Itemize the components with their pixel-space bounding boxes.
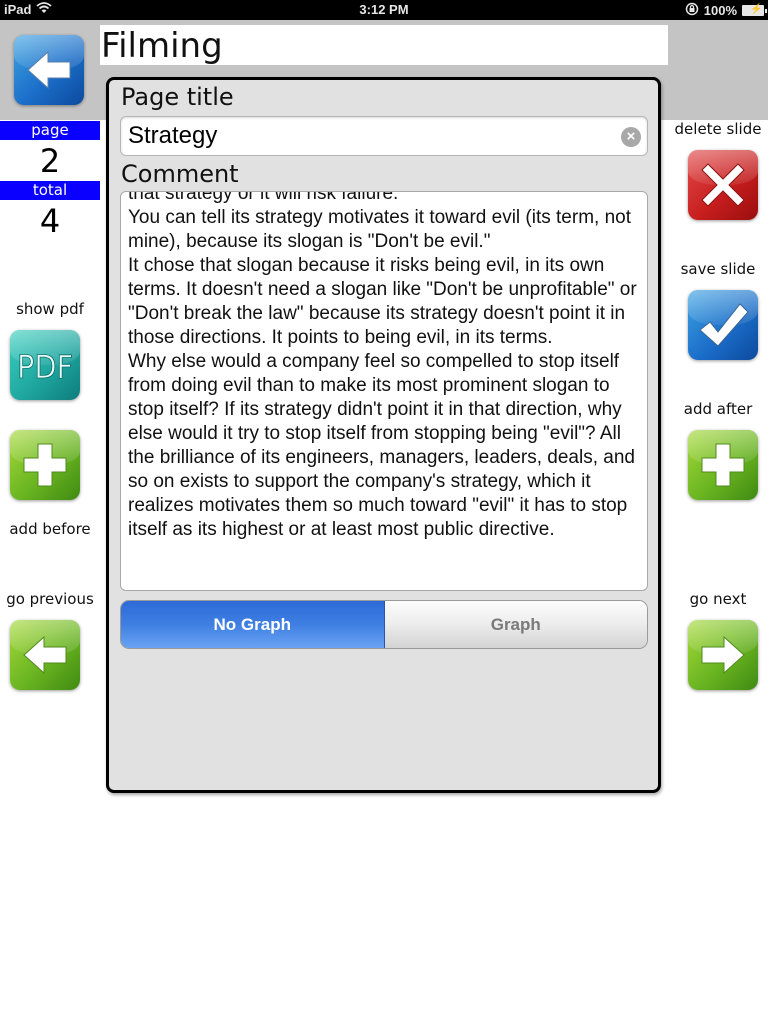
total-number: 4: [39, 202, 61, 240]
page-title-value: Strategy: [128, 122, 218, 149]
go-next-button[interactable]: [688, 620, 758, 690]
back-button[interactable]: [14, 35, 84, 105]
page-title-label: Page title: [121, 83, 234, 111]
x-icon: [701, 163, 745, 207]
clock: 3:12 PM: [359, 2, 409, 17]
comment-label: Comment: [121, 160, 239, 188]
slide-editor-panel: Page title Strategy × Comment that strat…: [106, 77, 661, 793]
battery-icon: ⚡: [742, 4, 767, 16]
add-before-button[interactable]: [10, 430, 80, 500]
svg-text:PDF: PDF: [17, 348, 73, 386]
show-pdf-button[interactable]: PDF: [10, 330, 80, 400]
save-slide-label: save slide: [680, 260, 756, 278]
plus-icon: [23, 443, 67, 487]
checkmark-icon: [699, 303, 749, 347]
delete-slide-label: delete slide: [674, 120, 762, 138]
status-bar: iPad 3:12 PM 100% ⚡: [0, 0, 768, 20]
battery-percent: 100%: [703, 3, 737, 18]
save-slide-button[interactable]: [688, 290, 758, 360]
clear-text-icon[interactable]: ×: [621, 127, 641, 147]
right-arrow-icon: [701, 635, 745, 675]
delete-slide-button[interactable]: [688, 150, 758, 220]
total-label: total: [0, 181, 100, 200]
add-before-label: add before: [9, 520, 91, 538]
go-previous-button[interactable]: [10, 620, 80, 690]
page-number: 2: [39, 142, 61, 180]
add-after-button[interactable]: [688, 430, 758, 500]
go-next-label: go next: [689, 590, 747, 608]
no-graph-segment[interactable]: No Graph: [121, 601, 385, 648]
comment-textarea[interactable]: that strategy or it will risk failure. Y…: [120, 191, 648, 591]
graph-toggle: No Graph Graph: [120, 600, 648, 649]
graph-segment[interactable]: Graph: [384, 601, 647, 648]
pdf-icon: PDF: [17, 348, 74, 387]
rotation-lock-icon: [685, 2, 699, 19]
go-previous-label: go previous: [6, 590, 94, 608]
plus-icon: [701, 443, 745, 487]
back-arrow-icon: [27, 50, 71, 90]
comment-text: that strategy or it will risk failure. Y…: [128, 191, 637, 540]
add-after-label: add after: [683, 400, 753, 418]
page-title-input[interactable]: Strategy ×: [120, 116, 648, 156]
show-pdf-label: show pdf: [16, 300, 84, 318]
page-label: page: [0, 121, 100, 140]
left-arrow-icon: [23, 635, 67, 675]
project-title[interactable]: Filming: [100, 25, 668, 66]
